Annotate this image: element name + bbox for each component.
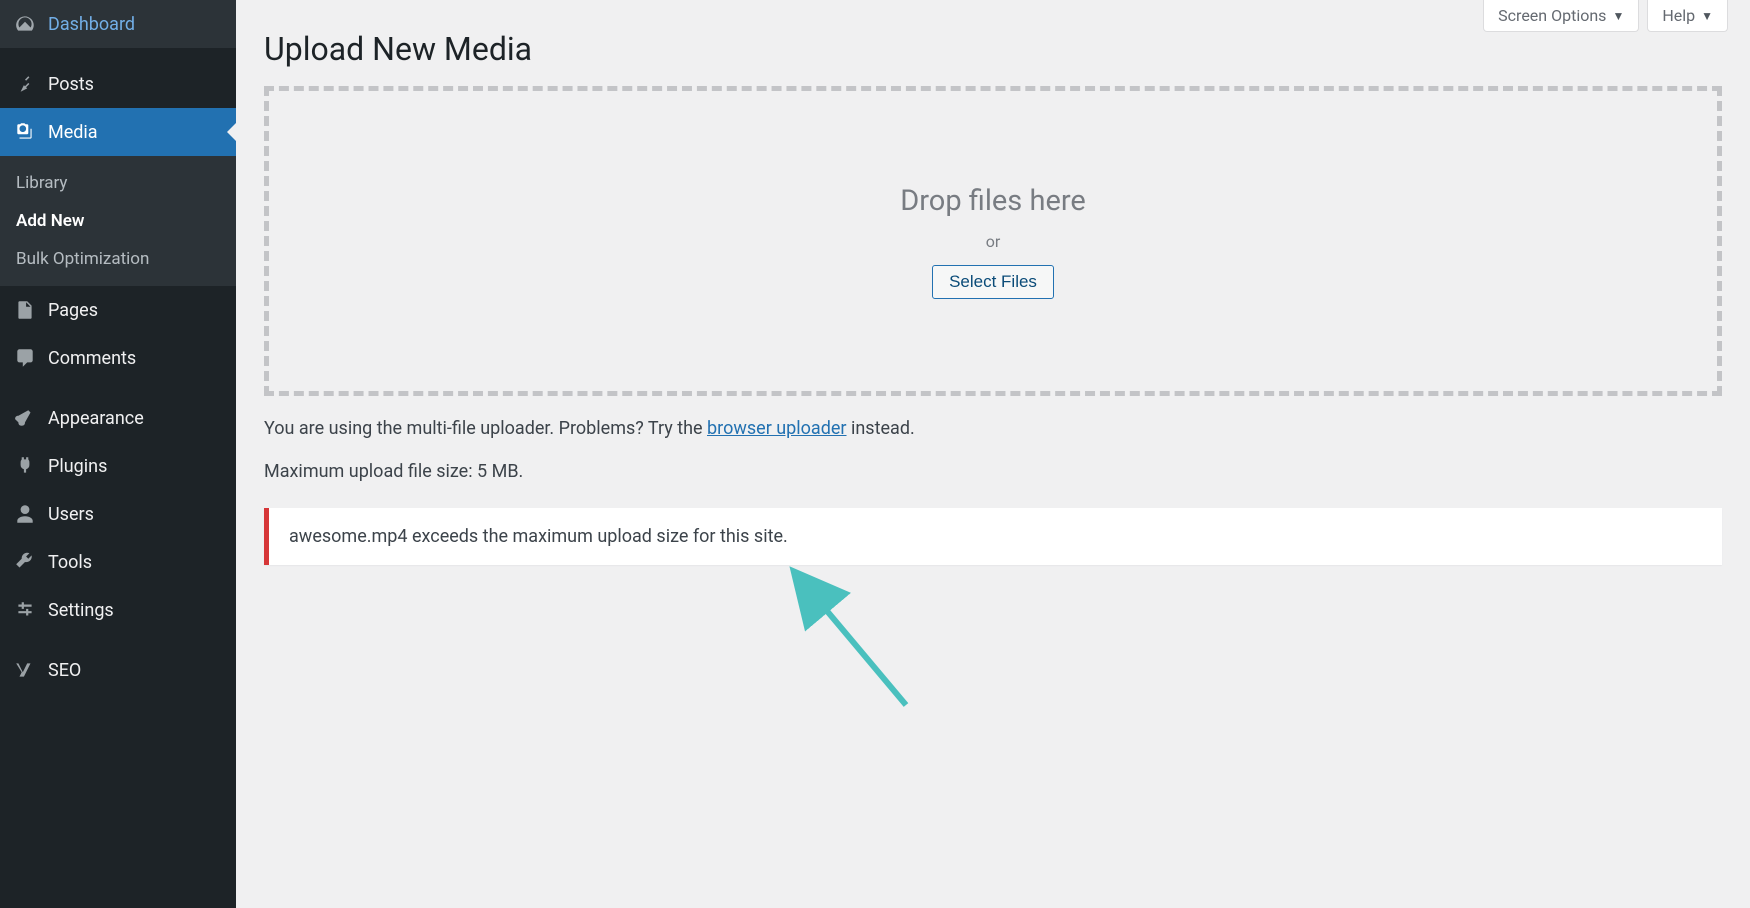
browser-uploader-link[interactable]: browser uploader xyxy=(707,418,846,439)
sidebar-item-label: SEO xyxy=(48,660,81,681)
sliders-icon xyxy=(12,597,38,623)
sidebar-item-label: Dashboard xyxy=(48,14,135,35)
pages-icon xyxy=(12,297,38,323)
plug-icon xyxy=(12,453,38,479)
sidebar-item-label: Users xyxy=(48,504,94,525)
menu-separator xyxy=(0,382,236,394)
pin-icon xyxy=(12,71,38,97)
sidebar-item-label: Media xyxy=(48,122,98,143)
brush-icon xyxy=(12,405,38,431)
upload-dropzone[interactable]: Drop files here or Select Files xyxy=(264,86,1722,396)
sidebar-item-media[interactable]: Media xyxy=(0,108,236,156)
uploader-info-text2: instead. xyxy=(847,418,915,439)
wrench-icon xyxy=(12,549,38,575)
sidebar-item-label: Pages xyxy=(48,300,98,321)
top-tabs: Screen Options ▼ Help ▼ xyxy=(1483,0,1728,32)
sidebar-item-label: Plugins xyxy=(48,456,107,477)
sidebar-item-pages[interactable]: Pages xyxy=(0,286,236,334)
sidebar-item-settings[interactable]: Settings xyxy=(0,586,236,634)
yoast-icon xyxy=(12,657,38,683)
submenu-item-library[interactable]: Library xyxy=(0,164,236,202)
submenu-item-add-new[interactable]: Add New xyxy=(0,202,236,240)
drop-heading: Drop files here xyxy=(900,184,1086,218)
sidebar-item-label: Appearance xyxy=(48,408,144,429)
sidebar-item-users[interactable]: Users xyxy=(0,490,236,538)
screen-options-tab[interactable]: Screen Options ▼ xyxy=(1483,0,1639,32)
sidebar-item-seo[interactable]: SEO xyxy=(0,646,236,694)
drop-or: or xyxy=(986,232,1001,251)
upload-error: awesome.mp4 exceeds the maximum upload s… xyxy=(264,508,1722,565)
help-tab[interactable]: Help ▼ xyxy=(1647,0,1728,32)
sidebar-item-posts[interactable]: Posts xyxy=(0,60,236,108)
sidebar-item-plugins[interactable]: Plugins xyxy=(0,442,236,490)
sidebar-item-tools[interactable]: Tools xyxy=(0,538,236,586)
sidebar-item-label: Comments xyxy=(48,348,136,369)
uploader-info-text1: You are using the multi-file uploader. P… xyxy=(264,418,707,439)
select-files-button[interactable]: Select Files xyxy=(932,265,1054,299)
sidebar-item-label: Tools xyxy=(48,552,92,573)
screen-options-label: Screen Options xyxy=(1498,6,1606,25)
main-content: Screen Options ▼ Help ▼ Upload New Media… xyxy=(236,0,1750,593)
error-text: awesome.mp4 exceeds the maximum upload s… xyxy=(289,526,788,547)
admin-sidebar: Dashboard Posts Media Library Add New Bu… xyxy=(0,0,236,908)
comments-icon xyxy=(12,345,38,371)
sidebar-item-label: Settings xyxy=(48,600,114,621)
chevron-down-icon: ▼ xyxy=(1612,9,1624,23)
menu-separator xyxy=(0,48,236,60)
sidebar-item-appearance[interactable]: Appearance xyxy=(0,394,236,442)
dashboard-icon xyxy=(12,11,38,37)
chevron-down-icon: ▼ xyxy=(1701,9,1713,23)
sidebar-item-comments[interactable]: Comments xyxy=(0,334,236,382)
submenu-item-bulk-optimization[interactable]: Bulk Optimization xyxy=(0,240,236,278)
max-upload-size: Maximum upload file size: 5 MB. xyxy=(264,461,1722,482)
media-submenu: Library Add New Bulk Optimization xyxy=(0,156,236,286)
uploader-info: You are using the multi-file uploader. P… xyxy=(264,418,1722,439)
media-icon xyxy=(12,119,38,145)
user-icon xyxy=(12,501,38,527)
sidebar-item-label: Posts xyxy=(48,74,94,95)
help-label: Help xyxy=(1662,6,1695,25)
sidebar-item-dashboard[interactable]: Dashboard xyxy=(0,0,236,48)
annotation-arrow xyxy=(776,555,936,715)
menu-separator xyxy=(0,634,236,646)
